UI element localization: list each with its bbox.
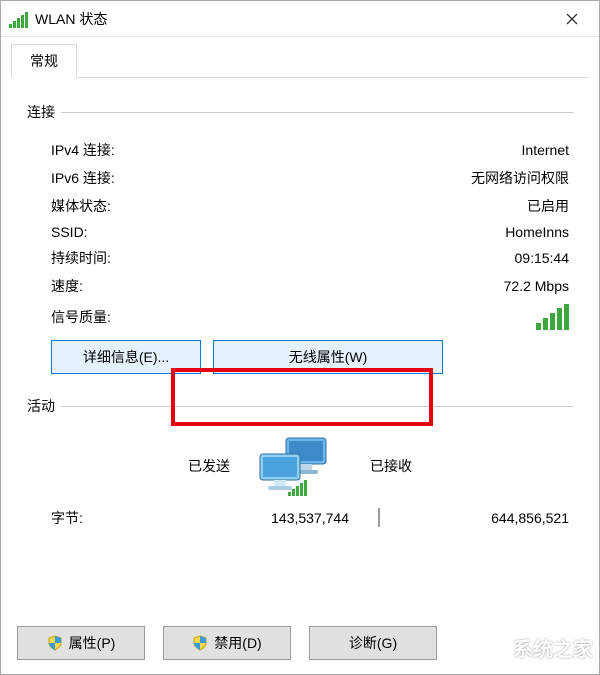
speed-value: 72.2 Mbps: [504, 278, 569, 294]
signal-quality-label: 信号质量:: [51, 307, 111, 327]
media-state-value: 已启用: [527, 196, 569, 216]
bytes-separator: |: [349, 506, 409, 529]
group-connection-legend: 连接: [27, 102, 61, 122]
received-label: 已接收: [370, 456, 412, 476]
window-title: WLAN 状态: [35, 9, 549, 29]
group-activity: 活动 已发送: [27, 396, 573, 535]
ssid-value: HomeInns: [505, 224, 569, 240]
pane-general: 连接 IPv4 连接: Internet IPv6 连接: 无网络访问权限 媒体…: [1, 78, 599, 561]
duration-label: 持续时间:: [51, 248, 111, 268]
wifi-icon: [9, 10, 27, 28]
details-button[interactable]: 详细信息(E)...: [51, 340, 201, 374]
ssid-label: SSID:: [51, 224, 88, 240]
ipv6-value: 无网络访问权限: [471, 168, 569, 188]
bytes-label: 字节:: [51, 508, 83, 528]
titlebar: WLAN 状态: [1, 1, 599, 37]
wireless-properties-button[interactable]: 无线属性(W): [213, 340, 443, 374]
ipv4-value: Internet: [522, 142, 569, 158]
disable-button-label: 禁用(D): [214, 633, 261, 653]
speed-label: 速度:: [51, 276, 83, 296]
network-monitors-icon: [258, 436, 342, 496]
group-activity-legend: 活动: [27, 396, 61, 416]
ipv6-label: IPv6 连接:: [51, 168, 115, 188]
bytes-received-value: 644,856,521: [409, 510, 569, 526]
properties-button[interactable]: 属性(P): [17, 626, 145, 660]
signal-bars-icon: [536, 304, 569, 330]
close-button[interactable]: [549, 4, 595, 34]
sent-label: 已发送: [188, 456, 230, 476]
duration-value: 09:15:44: [515, 250, 570, 266]
tabstrip: 常规: [11, 43, 589, 78]
bytes-sent-value: 143,537,744: [189, 510, 349, 526]
diagnose-button[interactable]: 诊断(G): [309, 626, 437, 660]
footer-buttons: 属性(P) 禁用(D) 诊断(G): [1, 616, 599, 674]
media-state-label: 媒体状态:: [51, 196, 111, 216]
disable-button[interactable]: 禁用(D): [163, 626, 291, 660]
shield-icon: [47, 635, 63, 651]
group-connection: 连接 IPv4 连接: Internet IPv6 连接: 无网络访问权限 媒体…: [27, 102, 573, 380]
ipv4-label: IPv4 连接:: [51, 140, 115, 160]
properties-button-label: 属性(P): [69, 633, 116, 653]
tab-general[interactable]: 常规: [11, 44, 77, 78]
shield-icon: [192, 635, 208, 651]
wlan-status-dialog: WLAN 状态 常规 连接 IPv4 连接: Internet IPv6 连接:…: [0, 0, 600, 675]
